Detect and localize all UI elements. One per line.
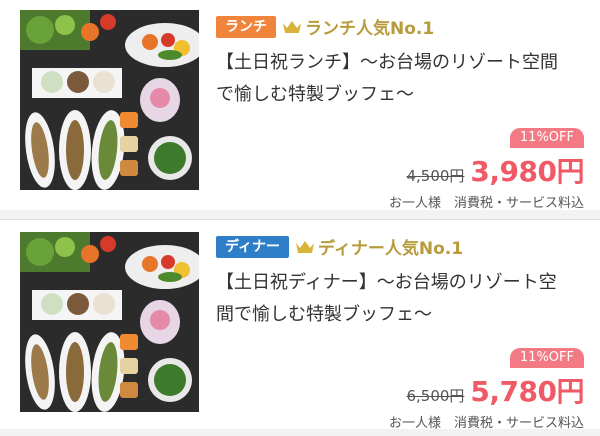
price-row: 4,500円 3,980円 — [389, 150, 584, 190]
category-badge: ランチ — [216, 15, 276, 38]
original-price: 6,500円 — [406, 387, 465, 405]
sale-price: 5,780円 — [470, 375, 584, 408]
price-note: お一人様 消費税・サービス料込 — [388, 416, 584, 431]
price-note: お一人様 消費税・サービス料込 — [388, 196, 584, 211]
price-block: 11%OFF 6,500円 5,780円 お一人様 消費税・サービス料込 — [389, 346, 584, 431]
price-row: 6,500円 5,780円 — [389, 370, 584, 410]
crown-icon — [296, 240, 315, 253]
rank-label: ディナー人気No.1 — [318, 239, 464, 259]
offer-card-lunch[interactable]: ランチ ランチ人気No.1 【土日祝ランチ】〜お台場のリゾート空間で愉しむ特製ブッ… — [0, 0, 600, 211]
original-price: 4,500円 — [406, 167, 465, 185]
price-block: 11%OFF 4,500円 3,980円 お一人様 消費税・サービス料込 — [389, 126, 584, 211]
offer-info: ディナー ディナー人気No.1 【土日祝ディナー】〜お台場のリゾート空間で愉しむ特… — [216, 234, 584, 431]
discount-badge: 11%OFF — [509, 128, 584, 148]
crown-icon — [283, 20, 301, 33]
discount-badge: 11%OFF — [509, 348, 584, 368]
buffet-food-photo[interactable] — [20, 10, 199, 190]
rank-label: ランチ人気No.1 — [305, 19, 435, 39]
offer-title[interactable]: 【土日祝ディナー】〜お台場のリゾート空間で愉しむ特製ブッフェ〜 — [216, 267, 572, 331]
offer-title[interactable]: 【土日祝ランチ】〜お台場のリゾート空間で愉しむ特製ブッフェ〜 — [216, 47, 572, 111]
offer-header: ディナー ディナー人気No.1 — [216, 234, 584, 259]
offer-header: ランチ ランチ人気No.1 — [216, 14, 584, 39]
category-badge: ディナー — [216, 235, 290, 258]
offer-card-dinner[interactable]: ディナー ディナー人気No.1 【土日祝ディナー】〜お台場のリゾート空間で愉しむ特… — [0, 219, 600, 431]
buffet-food-photo[interactable] — [20, 232, 199, 412]
sale-price: 3,980円 — [470, 155, 584, 188]
offer-info: ランチ ランチ人気No.1 【土日祝ランチ】〜お台場のリゾート空間で愉しむ特製ブッ… — [216, 14, 584, 211]
